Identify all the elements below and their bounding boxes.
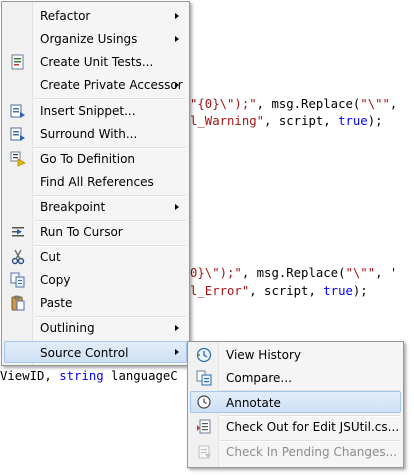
go-to-definition-icon (10, 151, 26, 167)
menu-item-outlining[interactable]: Outlining (4, 317, 187, 339)
menu-item-label: Compare... (226, 371, 292, 385)
menu-item-breakpoint[interactable]: Breakpoint (4, 196, 187, 218)
menu-item-source-control[interactable]: Source Control (4, 341, 187, 363)
code-keyword: true (338, 114, 368, 128)
menu-item-label: Organize Usings (40, 32, 138, 46)
paste-icon (11, 295, 25, 311)
code-string: "\"" (345, 266, 376, 280)
surround-with-icon (10, 127, 25, 141)
menu-item-organize-usings[interactable]: Organize Usings (4, 28, 187, 50)
scissors-icon (11, 249, 25, 265)
check-out-icon (197, 419, 211, 434)
code-keyword: true (323, 284, 353, 298)
menu-item-paste[interactable]: Paste (4, 292, 187, 314)
submenu-arrow-icon (175, 204, 179, 210)
menu-item-insert-snippet[interactable]: Insert Snippet... (4, 100, 187, 122)
menu-item-label: Surround With... (40, 127, 138, 141)
code-text: , ' (375, 266, 398, 280)
menu-item-cut[interactable]: Cut (4, 246, 187, 268)
code-text: , msg.Replace( (256, 97, 361, 111)
code-text: languageC (103, 369, 178, 383)
copy-icon (10, 272, 25, 288)
menu-item-label: Annotate (226, 396, 281, 410)
compare-icon (196, 370, 212, 386)
view-history-icon (196, 347, 212, 363)
check-in-icon (198, 445, 211, 459)
menu-item-label: View History (226, 348, 301, 362)
code-text: ); (352, 284, 368, 298)
menu-item-copy[interactable]: Copy (4, 269, 187, 291)
submenu-arrow-icon (175, 36, 179, 42)
menu-item-label: Create Private Accessor (40, 78, 183, 92)
code-text: ); (367, 114, 383, 128)
menu-item-compare[interactable]: Compare... (190, 367, 401, 389)
menu-item-label: Create Unit Tests... (40, 55, 154, 69)
code-text: , script, (264, 114, 339, 128)
menu-item-view-history[interactable]: View History (190, 344, 401, 366)
code-line: "{0}\");", msg.Replace("\"", (190, 97, 405, 112)
menu-item-create-private-accessor[interactable]: Create Private Accessor (4, 74, 187, 96)
menu-item-label: Source Control (40, 346, 129, 360)
menu-item-find-all-references[interactable]: Find All References (4, 171, 187, 193)
menu-item-check-in-pending-changes[interactable]: Check In Pending Changes... (190, 441, 401, 463)
menu-item-label: Cut (40, 250, 61, 264)
menu-item-label: Breakpoint (40, 200, 106, 214)
code-line: l_Warning", script, true); (190, 114, 383, 129)
menu-item-go-to-definition[interactable]: Go To Definition (4, 148, 187, 170)
run-to-cursor-icon (12, 227, 24, 237)
menu-item-label: Check In Pending Changes... (226, 445, 398, 459)
code-line: ViewID, string languageC (0, 369, 178, 384)
menu-item-refactor[interactable]: Refactor (4, 5, 187, 27)
code-text: , script, (249, 284, 324, 298)
code-string: 0}\");" (190, 266, 242, 280)
menu-item-label: Paste (40, 296, 73, 310)
code-string: l_Warning" (190, 114, 265, 128)
code-text: , (389, 97, 405, 111)
code-line: 0}\");", msg.Replace("\"", ' (190, 266, 397, 281)
unit-test-icon (11, 54, 24, 70)
submenu-arrow-icon (175, 13, 179, 19)
menu-item-label: Check Out for Edit JSUtil.cs... (226, 420, 400, 434)
code-string: "\"" (360, 97, 390, 111)
menu-item-run-to-cursor[interactable]: Run To Cursor (4, 221, 187, 243)
code-keyword: string (59, 369, 104, 383)
submenu-arrow-icon (175, 82, 179, 88)
menu-item-label: Insert Snippet... (40, 104, 136, 118)
code-line: l_Error", script, true); (190, 284, 368, 299)
submenu-arrow-icon (175, 325, 179, 331)
menu-item-check-out-for-edit[interactable]: Check Out for Edit JSUtil.cs... (190, 416, 401, 438)
submenu-arrow-icon (175, 349, 179, 355)
code-string: l_Error" (190, 284, 250, 298)
menu-item-label: Run To Cursor (40, 225, 123, 239)
annotate-icon (197, 395, 211, 409)
menu-item-annotate[interactable]: Annotate (190, 391, 401, 413)
menu-item-label: Copy (40, 273, 71, 287)
code-text: , msg.Replace( (241, 266, 346, 280)
code-text: ViewID, (0, 369, 60, 383)
insert-snippet-icon (10, 104, 25, 118)
menu-item-label: Go To Definition (40, 152, 136, 166)
menu-item-label: Find All References (40, 175, 154, 189)
menu-item-label: Outlining (40, 321, 95, 335)
menu-item-label: Refactor (40, 9, 91, 23)
code-string: "{0}\");" (190, 97, 257, 111)
menu-item-create-unit-tests[interactable]: Create Unit Tests... (4, 51, 187, 73)
source-control-submenu: View History Compare... Annotate Check O… (187, 341, 404, 468)
menu-item-surround-with[interactable]: Surround With... (4, 123, 187, 145)
context-menu: Refactor Organize Usings Create Unit Tes… (1, 1, 190, 366)
